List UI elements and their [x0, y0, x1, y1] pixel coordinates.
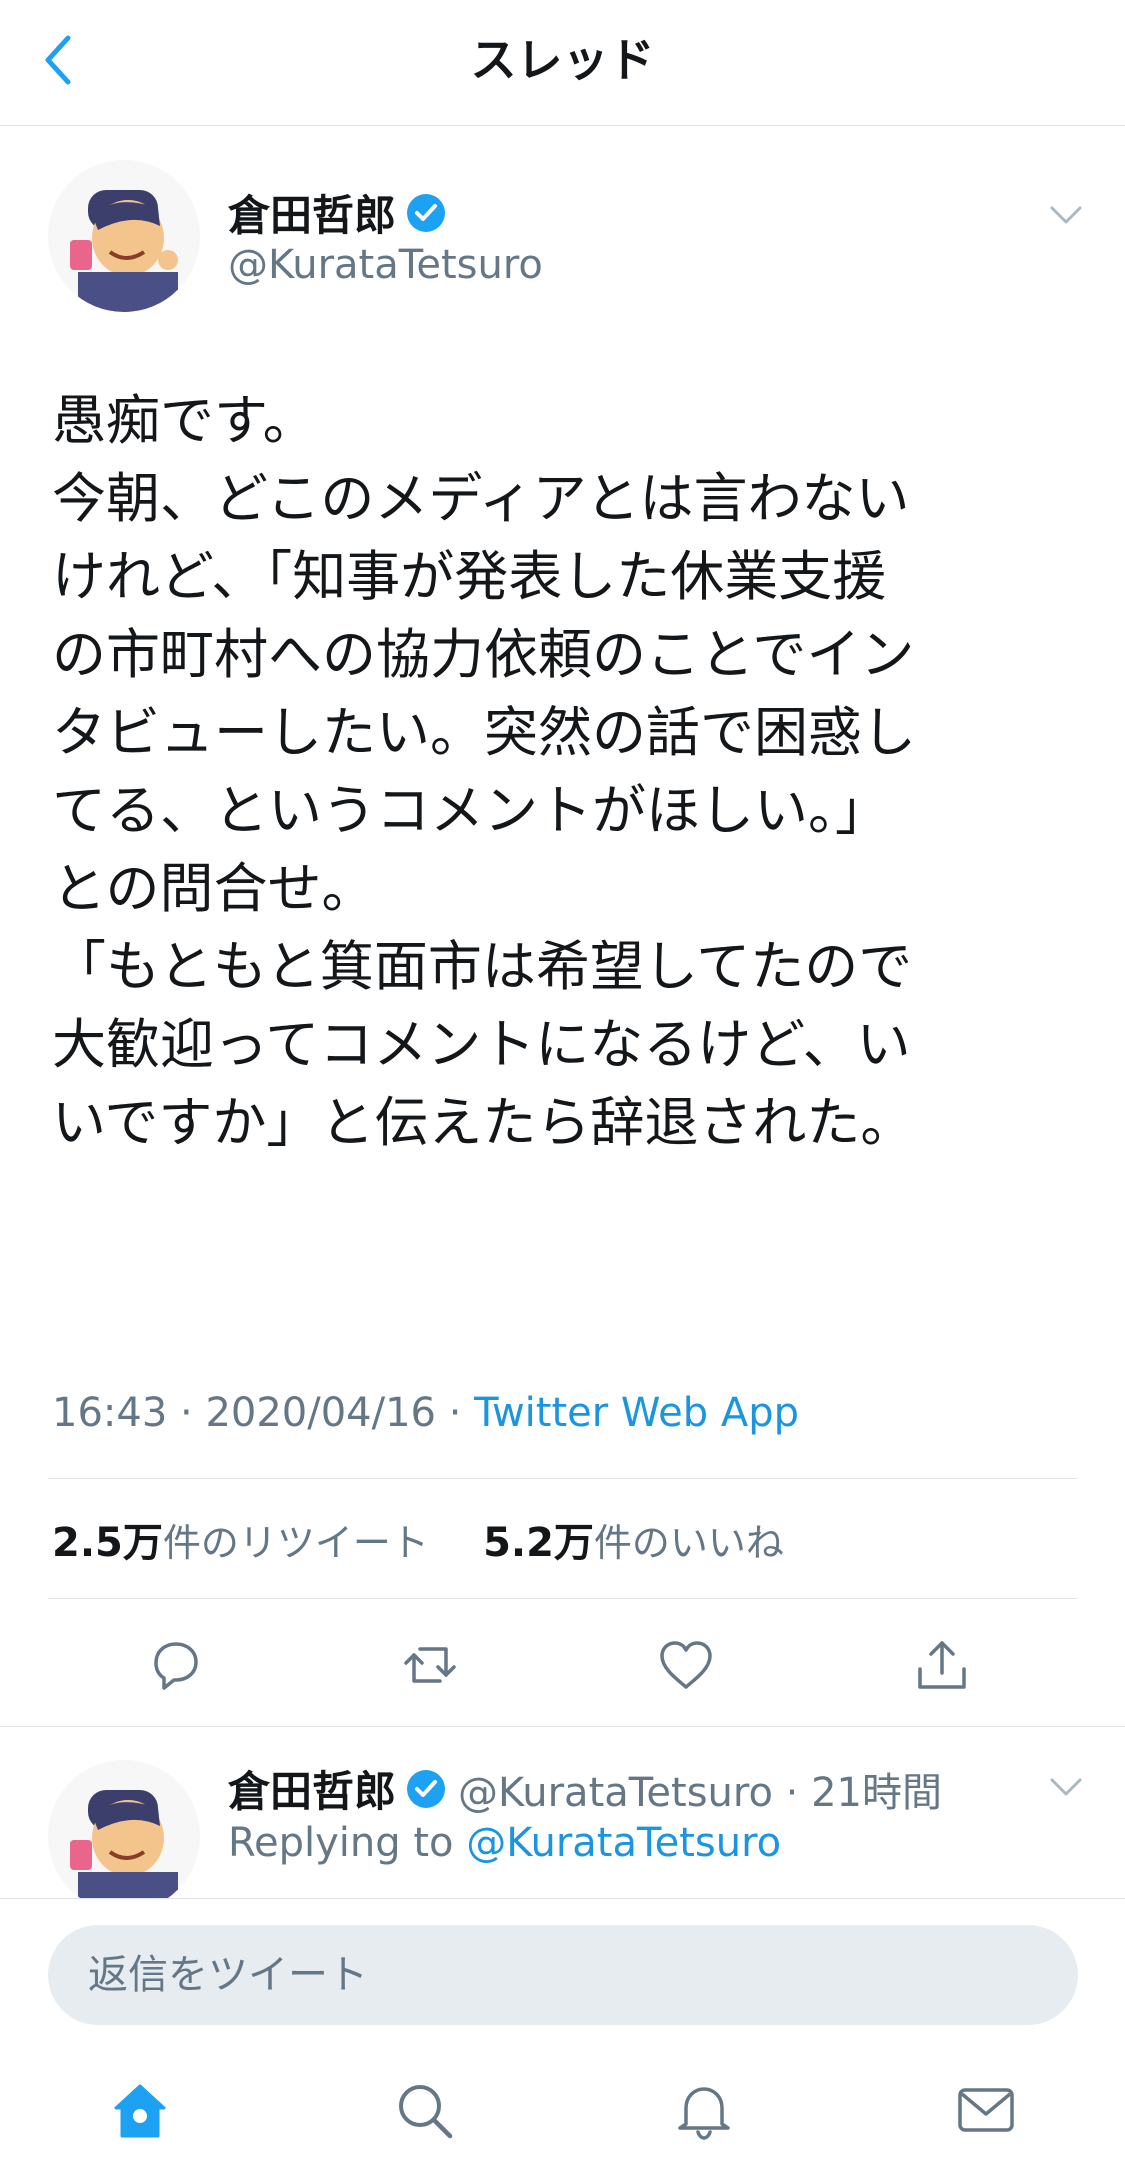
tweet-timestamp: 16:43 · 2020/04/16 · Twitter Web App: [52, 1390, 799, 1436]
author-display-name[interactable]: 倉田哲郎: [228, 182, 396, 243]
likes-label: 件のいいね: [593, 1521, 784, 1565]
retweets-count: 2.5万: [52, 1520, 163, 1566]
retweets-label: 件のリツイート: [162, 1521, 429, 1565]
reply-handle-time: @KurataTetsuro · 21時間: [458, 1769, 942, 1816]
replying-to-prefix: Replying to: [228, 1820, 454, 1866]
divider: [48, 1478, 1077, 1479]
reply-display-name[interactable]: 倉田哲郎: [228, 1758, 396, 1819]
author-name-row: 倉田哲郎: [228, 182, 446, 243]
meta-separator: ·: [448, 1390, 475, 1436]
author-avatar[interactable]: [48, 160, 200, 312]
replying-to-mention[interactable]: @KurataTetsuro: [466, 1820, 781, 1866]
reply-icon[interactable]: [146, 1635, 206, 1695]
author-handle[interactable]: @KurataTetsuro: [228, 242, 543, 288]
tweet-stats: 2.5万件のリツイート 5.2万件のいいね: [52, 1510, 784, 1568]
messages-icon[interactable]: [954, 2078, 1018, 2142]
like-icon[interactable]: [656, 1635, 716, 1695]
tweet-time: 16:43: [52, 1390, 168, 1436]
page-title: スレッド: [470, 33, 655, 87]
navigation-header: スレッド: [0, 0, 1125, 126]
meta-separator: ·: [180, 1390, 206, 1436]
home-icon[interactable]: [108, 2078, 172, 2142]
reply-name-row: 倉田哲郎 @KurataTetsuro · 21時間: [228, 1758, 942, 1819]
tweet-text: 愚痴です。 今朝、どこのメディアとは言わない けれど、「知事が発表した休業支援 …: [52, 389, 916, 1154]
tweet-date: 2020/04/16: [205, 1390, 436, 1436]
reply-input[interactable]: 返信をツイート: [48, 1925, 1078, 2025]
reply-author-avatar[interactable]: [48, 1760, 200, 1912]
divider: [48, 1598, 1077, 1599]
section-divider: [0, 1726, 1125, 1727]
chevron-down-icon[interactable]: [1046, 200, 1086, 230]
reply-composer-bar: 返信をツイート: [0, 1898, 1125, 2039]
likes-stat[interactable]: 5.2万件のいいね: [483, 1520, 784, 1566]
chevron-down-icon[interactable]: [1046, 1772, 1086, 1802]
verified-badge-icon: [407, 193, 446, 232]
verified-badge-icon: [407, 1769, 446, 1808]
notifications-icon[interactable]: [672, 2078, 736, 2142]
search-icon[interactable]: [392, 2078, 456, 2142]
likes-count: 5.2万: [483, 1520, 594, 1566]
tweet-source-link[interactable]: Twitter Web App: [474, 1390, 799, 1436]
share-icon[interactable]: [912, 1635, 972, 1695]
retweets-stat[interactable]: 2.5万件のリツイート: [52, 1520, 429, 1566]
bottom-tab-bar: [0, 2038, 1125, 2163]
replying-to: Replying to @KurataTetsuro: [228, 1820, 781, 1866]
retweet-icon[interactable]: [400, 1635, 460, 1695]
